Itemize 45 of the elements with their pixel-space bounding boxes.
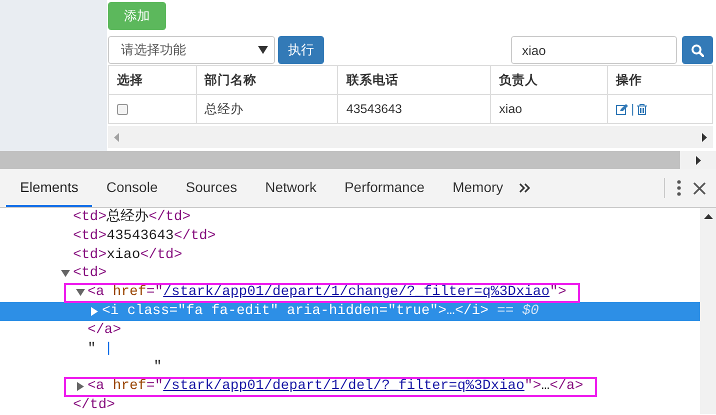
column-header: 负责人 xyxy=(490,66,608,94)
devtools-tab[interactable]: Elements xyxy=(6,169,92,207)
vertical-scrollbar[interactable] xyxy=(700,208,716,414)
column-header: 联系电话 xyxy=(338,66,491,94)
trash-icon[interactable] xyxy=(637,104,648,114)
horizontal-scrollbar[interactable] xyxy=(108,126,713,148)
devtools-tab[interactable]: Network xyxy=(251,169,330,207)
dom-node[interactable]: <td>xiao</td> xyxy=(73,246,182,264)
execute-button[interactable]: 执行 xyxy=(278,36,324,64)
table-cell: 43543643 xyxy=(338,94,491,124)
table-cell: 总经办 xyxy=(196,94,338,124)
dom-node[interactable]: <td>总经办</td> xyxy=(73,208,191,226)
dom-node[interactable]: <td>43543643</td> xyxy=(73,227,216,246)
devtools-tab[interactable]: Console xyxy=(92,169,172,207)
text-node[interactable]: " | xyxy=(88,340,113,358)
scroll-right-icon[interactable] xyxy=(696,156,700,164)
row-checkbox[interactable] xyxy=(116,104,128,114)
scrollbar-thumb[interactable] xyxy=(0,151,680,169)
outlined-dom-node[interactable]: <a href="/stark/app01/depart/1/change/?_filter=q%3Dxiao"> xyxy=(64,282,580,303)
action-separator: | xyxy=(630,102,634,116)
dom-node[interactable]: <td> xyxy=(61,264,107,283)
collapsed-triangle-icon[interactable] xyxy=(76,382,84,392)
scroll-right-icon[interactable] xyxy=(702,132,707,142)
devtools-tab[interactable]: Performance xyxy=(330,169,439,207)
kebab-menu-icon[interactable] xyxy=(677,180,681,196)
search-icon xyxy=(691,44,704,56)
table-cell: xiao xyxy=(490,94,608,124)
closing-tag: </td> xyxy=(73,396,116,414)
edit-icon[interactable] xyxy=(616,104,628,114)
search-field[interactable]: xiao xyxy=(511,36,677,64)
column-header: 选择 xyxy=(108,66,196,94)
column-header: 部门名称 xyxy=(196,66,338,94)
closing-tag: </a> xyxy=(88,321,122,340)
close-icon[interactable] xyxy=(693,182,706,194)
action-select[interactable]: 请选择功能 xyxy=(108,36,275,64)
text-node[interactable]: " xyxy=(154,358,162,377)
devtools-tab[interactable]: Sources xyxy=(172,169,252,207)
search-button[interactable] xyxy=(682,36,713,64)
scroll-up-icon[interactable] xyxy=(704,214,712,219)
devtools-tab[interactable]: Memory xyxy=(438,169,518,207)
column-header: 操作 xyxy=(607,66,712,94)
more-tabs-icon[interactable] xyxy=(519,183,530,193)
collapsed-triangle-icon[interactable] xyxy=(90,306,99,316)
dropdown-caret-icon xyxy=(258,46,268,54)
outlined-dom-node[interactable]: <a href="/stark/app01/depart/1/del/?_filter=q%3Dxiao">…</a> xyxy=(64,376,598,397)
